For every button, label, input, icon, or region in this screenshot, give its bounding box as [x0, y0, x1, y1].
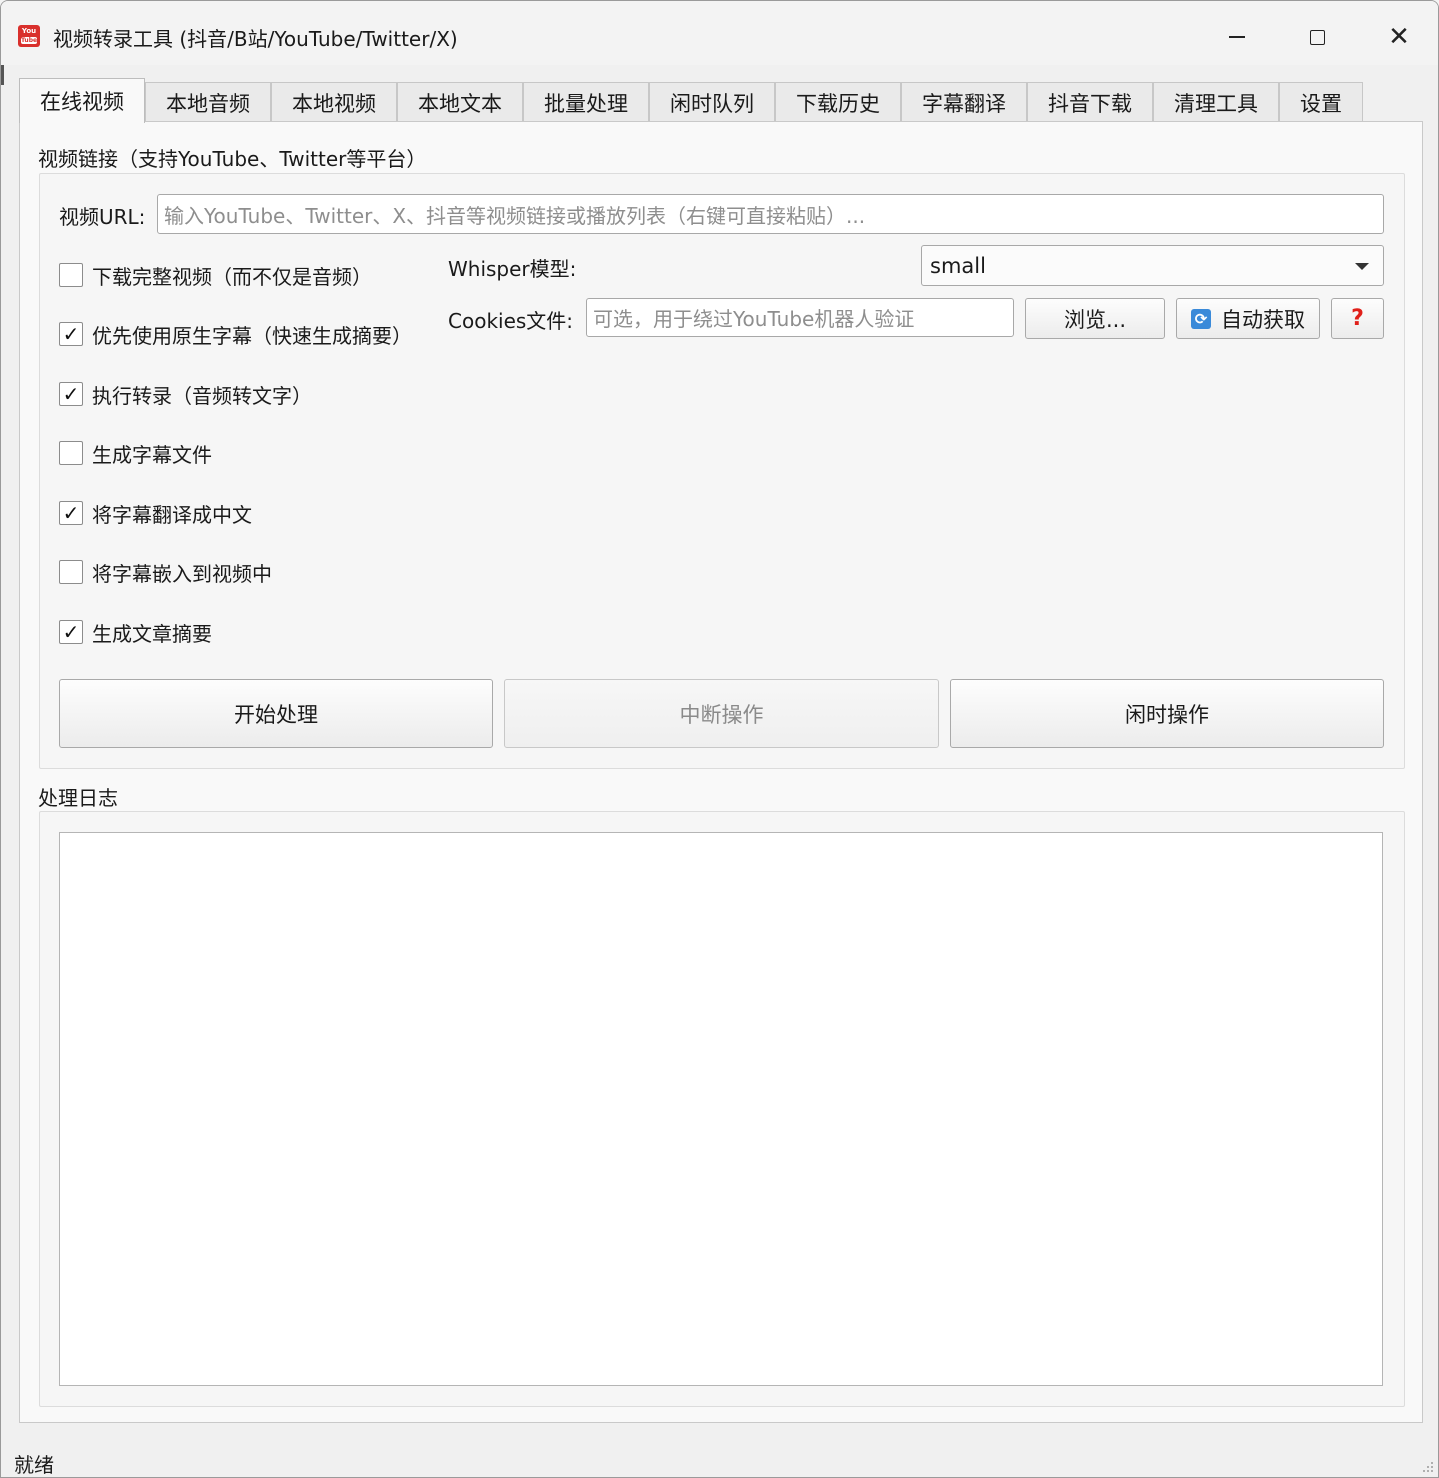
- checkbox[interactable]: ✓: [59, 322, 83, 346]
- cookies-file-input[interactable]: 可选，用于绕过YouTube机器人验证: [586, 298, 1014, 337]
- tab-download-history[interactable]: 下载历史: [775, 82, 901, 122]
- video-link-group-title: 视频链接（支持YouTube、Twitter等平台）: [38, 147, 427, 171]
- perform-transcription-label: 执行转录（音频转文字）: [92, 383, 312, 408]
- abort-operation-button[interactable]: 中断操作: [504, 679, 939, 748]
- whisper-model-value: small: [930, 253, 986, 278]
- translate-subtitles-label: 将字幕翻译成中文: [92, 502, 252, 527]
- tab-local-audio[interactable]: 本地音频: [145, 82, 271, 122]
- auto-fetch-button[interactable]: ⟳ 自动获取: [1176, 298, 1320, 339]
- maximize-icon: [1309, 29, 1325, 45]
- generate-summary-option[interactable]: ✓ 生成文章摘要: [59, 618, 212, 646]
- app-icon-text-top: You: [21, 27, 37, 35]
- question-mark-icon: ?: [1351, 306, 1364, 331]
- refresh-icon: ⟳: [1191, 308, 1211, 329]
- minimize-button[interactable]: [1197, 11, 1277, 63]
- embed-subtitles-label: 将字幕嵌入到视频中: [92, 561, 272, 586]
- checkbox[interactable]: [59, 441, 83, 465]
- tab-idle-queue[interactable]: 闲时队列: [649, 82, 775, 122]
- auto-fetch-label: 自动获取: [1221, 307, 1305, 332]
- tab-local-text[interactable]: 本地文本: [397, 82, 523, 122]
- generate-subtitle-file-option[interactable]: 生成字幕文件: [59, 439, 212, 467]
- window-edge-marker: [1, 63, 4, 85]
- tab-cleanup-tools[interactable]: 清理工具: [1153, 82, 1279, 122]
- cookies-file-label: Cookies文件:: [448, 309, 574, 333]
- chevron-down-icon: [1355, 263, 1369, 270]
- download-full-video-option[interactable]: 下载完整视频（而不仅是音频）: [59, 261, 372, 289]
- title-bar: You Tube 视频转录工具 (抖音/B站/YouTube/Twitter/X…: [1, 1, 1438, 65]
- checkbox[interactable]: ✓: [59, 382, 83, 406]
- embed-subtitles-option[interactable]: 将字幕嵌入到视频中: [59, 558, 272, 586]
- checkbox[interactable]: [59, 263, 83, 287]
- check-mark-icon: ✓: [62, 322, 80, 346]
- processing-log-textarea[interactable]: [59, 832, 1383, 1386]
- app-icon-text-bottom: Tube: [21, 37, 38, 44]
- idle-operation-button[interactable]: 闲时操作: [950, 679, 1384, 748]
- minimize-icon: [1229, 36, 1245, 38]
- start-processing-button[interactable]: 开始处理: [59, 679, 493, 748]
- browse-button[interactable]: 浏览...: [1025, 298, 1165, 339]
- tab-online-video[interactable]: 在线视频: [19, 78, 145, 123]
- whisper-model-label: Whisper模型:: [448, 257, 577, 281]
- check-mark-icon: ✓: [62, 501, 80, 525]
- video-url-label: 视频URL:: [59, 205, 146, 229]
- check-mark-icon: ✓: [62, 382, 80, 406]
- resize-grip-icon[interactable]: [1420, 1459, 1434, 1473]
- video-url-input[interactable]: 输入YouTube、Twitter、X、抖音等视频链接或播放列表（右键可直接粘贴…: [157, 194, 1384, 234]
- translate-subtitles-option[interactable]: ✓ 将字幕翻译成中文: [59, 499, 252, 527]
- close-icon: ✕: [1388, 22, 1410, 52]
- tab-douyin-download[interactable]: 抖音下载: [1027, 82, 1153, 122]
- tab-local-video[interactable]: 本地视频: [271, 82, 397, 122]
- checkbox[interactable]: ✓: [59, 501, 83, 525]
- app-window: You Tube 视频转录工具 (抖音/B站/YouTube/Twitter/X…: [0, 0, 1439, 1478]
- generate-summary-label: 生成文章摘要: [92, 621, 212, 646]
- download-full-video-label: 下载完整视频（而不仅是音频）: [92, 264, 372, 289]
- close-button[interactable]: ✕: [1359, 11, 1438, 63]
- tab-subtitle-translation[interactable]: 字幕翻译: [901, 82, 1027, 122]
- maximize-button[interactable]: [1277, 11, 1357, 63]
- prefer-native-subtitles-option[interactable]: ✓ 优先使用原生字幕（快速生成摘要）: [59, 320, 412, 348]
- perform-transcription-option[interactable]: ✓ 执行转录（音频转文字）: [59, 380, 312, 408]
- checkbox[interactable]: [59, 560, 83, 584]
- window-title: 视频转录工具 (抖音/B站/YouTube/Twitter/X): [53, 27, 458, 51]
- processing-log-group-title: 处理日志: [38, 786, 118, 810]
- whisper-model-select[interactable]: small: [921, 245, 1384, 286]
- prefer-native-subtitles-label: 优先使用原生字幕（快速生成摘要）: [92, 323, 412, 348]
- youtube-app-icon: You Tube: [18, 25, 40, 47]
- generate-subtitle-file-label: 生成字幕文件: [92, 442, 212, 467]
- checkbox[interactable]: ✓: [59, 620, 83, 644]
- check-mark-icon: ✓: [62, 620, 80, 644]
- tab-batch-processing[interactable]: 批量处理: [523, 82, 649, 122]
- help-button[interactable]: ?: [1331, 298, 1384, 339]
- tab-settings[interactable]: 设置: [1279, 82, 1363, 122]
- status-text: 就绪: [14, 1453, 54, 1477]
